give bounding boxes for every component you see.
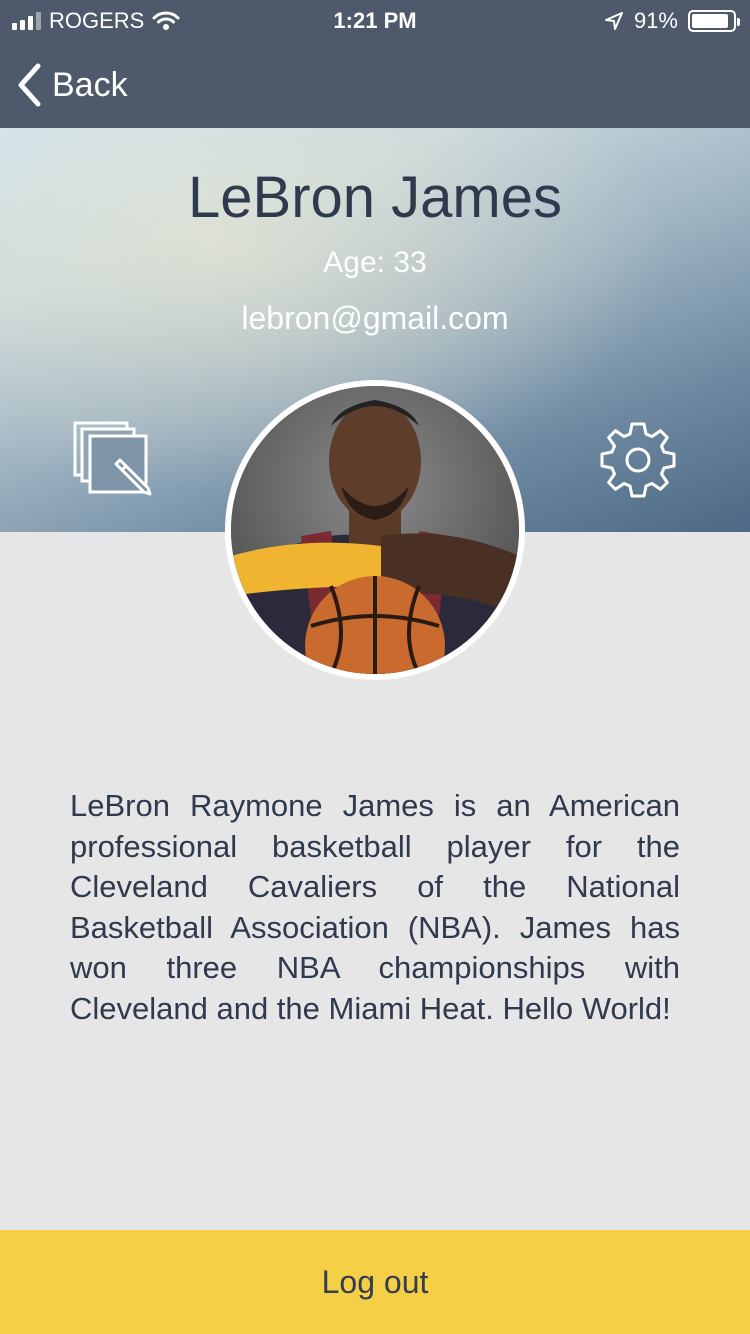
- status-bar: ROGERS 1:21 PM 91%: [0, 0, 750, 40]
- age-label: Age:: [323, 246, 385, 279]
- chevron-left-icon: [18, 63, 41, 107]
- avatar: [225, 380, 525, 680]
- avatar-photo: [231, 386, 519, 674]
- battery-percent: 91%: [633, 8, 678, 33]
- location-arrow-icon: [604, 12, 623, 30]
- edit-pages-icon[interactable]: [72, 420, 156, 500]
- top-bar: ROGERS 1:21 PM 91% Back: [0, 0, 750, 128]
- battery-fill: [692, 14, 728, 28]
- gear-icon[interactable]: [598, 420, 678, 500]
- logout-label: Log out: [321, 1263, 429, 1300]
- battery-icon: [688, 10, 740, 32]
- back-label: Back: [52, 65, 128, 104]
- profile-email: lebron@gmail.com: [241, 300, 509, 336]
- profile-age: Age: 33: [0, 246, 750, 280]
- status-right: 91%: [604, 8, 740, 34]
- logout-button[interactable]: Log out: [0, 1230, 750, 1334]
- age-value: 33: [393, 246, 427, 279]
- player-portrait-image: [231, 386, 519, 674]
- back-button[interactable]: Back: [0, 50, 128, 120]
- profile-name: LeBron James: [188, 165, 562, 230]
- profile-bio: LeBron Raymone James is an American prof…: [70, 788, 680, 1026]
